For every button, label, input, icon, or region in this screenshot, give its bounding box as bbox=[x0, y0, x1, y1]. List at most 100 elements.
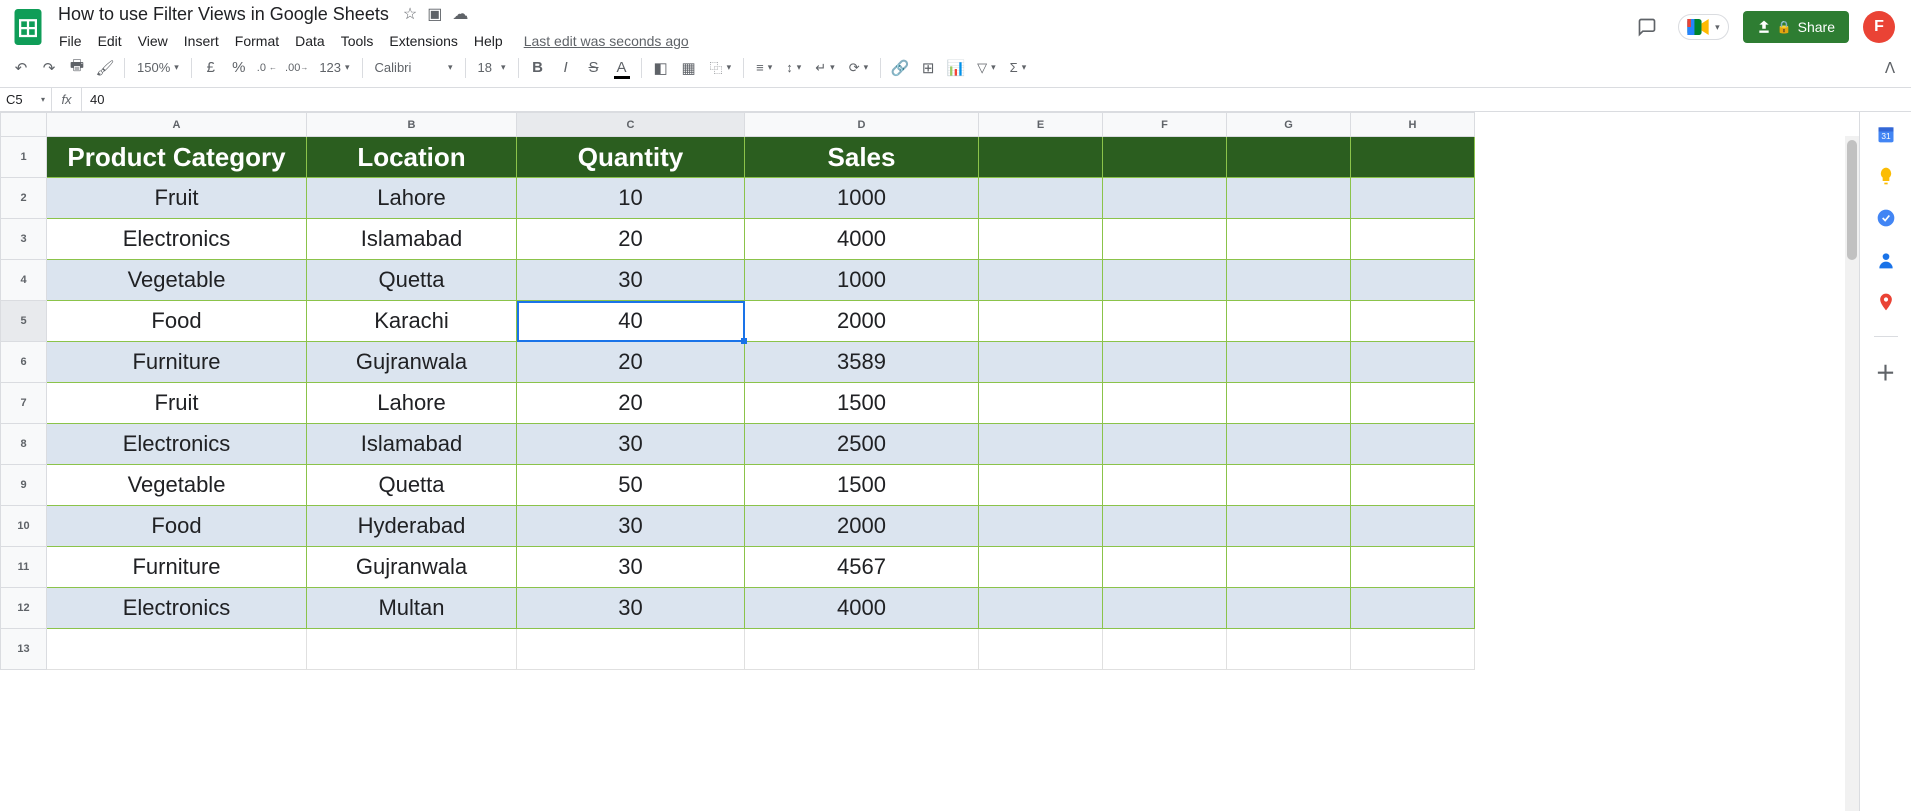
column-header-C[interactable]: C bbox=[517, 113, 745, 137]
keep-icon[interactable] bbox=[1874, 164, 1898, 188]
cell-B3[interactable]: Islamabad bbox=[307, 219, 517, 260]
cell-D3[interactable]: 4000 bbox=[745, 219, 979, 260]
cell-D10[interactable]: 2000 bbox=[745, 506, 979, 547]
calendar-icon[interactable]: 31 bbox=[1874, 122, 1898, 146]
account-avatar[interactable]: F bbox=[1863, 11, 1895, 43]
cell-G1[interactable] bbox=[1227, 137, 1351, 178]
column-header-B[interactable]: B bbox=[307, 113, 517, 137]
column-header-D[interactable]: D bbox=[745, 113, 979, 137]
merge-cells-button[interactable]: ⿻▾ bbox=[704, 54, 738, 82]
cell-A7[interactable]: Fruit bbox=[47, 383, 307, 424]
paint-format-button[interactable]: 🖌 bbox=[92, 54, 118, 82]
font-select[interactable]: Calibri▾ bbox=[369, 54, 459, 82]
functions-button[interactable]: Σ▾ bbox=[1004, 54, 1033, 82]
cell-D13[interactable] bbox=[745, 629, 979, 670]
cell-C6[interactable]: 20 bbox=[517, 342, 745, 383]
cell-H8[interactable] bbox=[1351, 424, 1475, 465]
cell-C3[interactable]: 20 bbox=[517, 219, 745, 260]
row-header-7[interactable]: 7 bbox=[1, 383, 47, 424]
cell-B7[interactable]: Lahore bbox=[307, 383, 517, 424]
cell-E3[interactable] bbox=[979, 219, 1103, 260]
cell-E10[interactable] bbox=[979, 506, 1103, 547]
menu-file[interactable]: File bbox=[52, 29, 89, 53]
cell-D2[interactable]: 1000 bbox=[745, 178, 979, 219]
cell-D8[interactable]: 2500 bbox=[745, 424, 979, 465]
name-box[interactable]: C5▾ bbox=[0, 88, 52, 111]
cell-E7[interactable] bbox=[979, 383, 1103, 424]
cell-G9[interactable] bbox=[1227, 465, 1351, 506]
menu-tools[interactable]: Tools bbox=[334, 29, 381, 53]
meet-button[interactable]: ▾ bbox=[1678, 14, 1729, 40]
cell-B6[interactable]: Gujranwala bbox=[307, 342, 517, 383]
cell-H10[interactable] bbox=[1351, 506, 1475, 547]
menu-extensions[interactable]: Extensions bbox=[382, 29, 464, 53]
cell-C2[interactable]: 10 bbox=[517, 178, 745, 219]
row-header-5[interactable]: 5 bbox=[1, 301, 47, 342]
cell-B2[interactable]: Lahore bbox=[307, 178, 517, 219]
increase-decimal-button[interactable]: .00→ bbox=[282, 54, 311, 82]
cell-H12[interactable] bbox=[1351, 588, 1475, 629]
cell-F10[interactable] bbox=[1103, 506, 1227, 547]
cell-H4[interactable] bbox=[1351, 260, 1475, 301]
cell-H1[interactable] bbox=[1351, 137, 1475, 178]
text-rotation-button[interactable]: ⟳▾ bbox=[843, 54, 874, 82]
cell-B4[interactable]: Quetta bbox=[307, 260, 517, 301]
cell-C4[interactable]: 30 bbox=[517, 260, 745, 301]
filter-button[interactable]: ▽▾ bbox=[971, 54, 1002, 82]
cell-F12[interactable] bbox=[1103, 588, 1227, 629]
formula-input[interactable]: 40 bbox=[82, 88, 1911, 111]
italic-button[interactable]: I bbox=[553, 54, 579, 82]
row-header-3[interactable]: 3 bbox=[1, 219, 47, 260]
cell-H2[interactable] bbox=[1351, 178, 1475, 219]
cell-C9[interactable]: 50 bbox=[517, 465, 745, 506]
text-color-button[interactable]: A bbox=[609, 54, 635, 82]
cell-G2[interactable] bbox=[1227, 178, 1351, 219]
menu-view[interactable]: View bbox=[131, 29, 175, 53]
row-header-9[interactable]: 9 bbox=[1, 465, 47, 506]
cell-C8[interactable]: 30 bbox=[517, 424, 745, 465]
cell-A2[interactable]: Fruit bbox=[47, 178, 307, 219]
cell-D11[interactable]: 4567 bbox=[745, 547, 979, 588]
tasks-icon[interactable] bbox=[1874, 206, 1898, 230]
currency-button[interactable]: £ bbox=[198, 54, 224, 82]
cell-F13[interactable] bbox=[1103, 629, 1227, 670]
cell-D5[interactable]: 2000 bbox=[745, 301, 979, 342]
cell-E8[interactable] bbox=[979, 424, 1103, 465]
cell-E1[interactable] bbox=[979, 137, 1103, 178]
cell-B10[interactable]: Hyderabad bbox=[307, 506, 517, 547]
cell-E4[interactable] bbox=[979, 260, 1103, 301]
select-all-corner[interactable] bbox=[1, 113, 47, 137]
cell-B8[interactable]: Islamabad bbox=[307, 424, 517, 465]
row-header-4[interactable]: 4 bbox=[1, 260, 47, 301]
cell-G12[interactable] bbox=[1227, 588, 1351, 629]
cell-A4[interactable]: Vegetable bbox=[47, 260, 307, 301]
cell-H5[interactable] bbox=[1351, 301, 1475, 342]
cell-E13[interactable] bbox=[979, 629, 1103, 670]
spreadsheet-area[interactable]: ABCDEFGH1Product CategoryLocationQuantit… bbox=[0, 112, 1859, 811]
cell-G13[interactable] bbox=[1227, 629, 1351, 670]
cell-D4[interactable]: 1000 bbox=[745, 260, 979, 301]
cell-F11[interactable] bbox=[1103, 547, 1227, 588]
star-icon[interactable]: ☆ bbox=[403, 4, 417, 24]
row-header-11[interactable]: 11 bbox=[1, 547, 47, 588]
cell-A1[interactable]: Product Category bbox=[47, 137, 307, 178]
cell-G10[interactable] bbox=[1227, 506, 1351, 547]
borders-button[interactable]: ▦ bbox=[676, 54, 702, 82]
cell-A13[interactable] bbox=[47, 629, 307, 670]
document-title[interactable]: How to use Filter Views in Google Sheets bbox=[52, 2, 395, 27]
print-button[interactable]: 🖶 bbox=[64, 54, 90, 82]
cell-A12[interactable]: Electronics bbox=[47, 588, 307, 629]
row-header-12[interactable]: 12 bbox=[1, 588, 47, 629]
cell-F9[interactable] bbox=[1103, 465, 1227, 506]
cell-E11[interactable] bbox=[979, 547, 1103, 588]
cell-G5[interactable] bbox=[1227, 301, 1351, 342]
move-icon[interactable]: ▣ bbox=[427, 4, 442, 24]
comments-icon[interactable] bbox=[1630, 10, 1664, 44]
cell-C11[interactable]: 30 bbox=[517, 547, 745, 588]
cell-F5[interactable] bbox=[1103, 301, 1227, 342]
menu-data[interactable]: Data bbox=[288, 29, 332, 53]
cell-A6[interactable]: Furniture bbox=[47, 342, 307, 383]
cell-C10[interactable]: 30 bbox=[517, 506, 745, 547]
column-header-F[interactable]: F bbox=[1103, 113, 1227, 137]
row-header-1[interactable]: 1 bbox=[1, 137, 47, 178]
